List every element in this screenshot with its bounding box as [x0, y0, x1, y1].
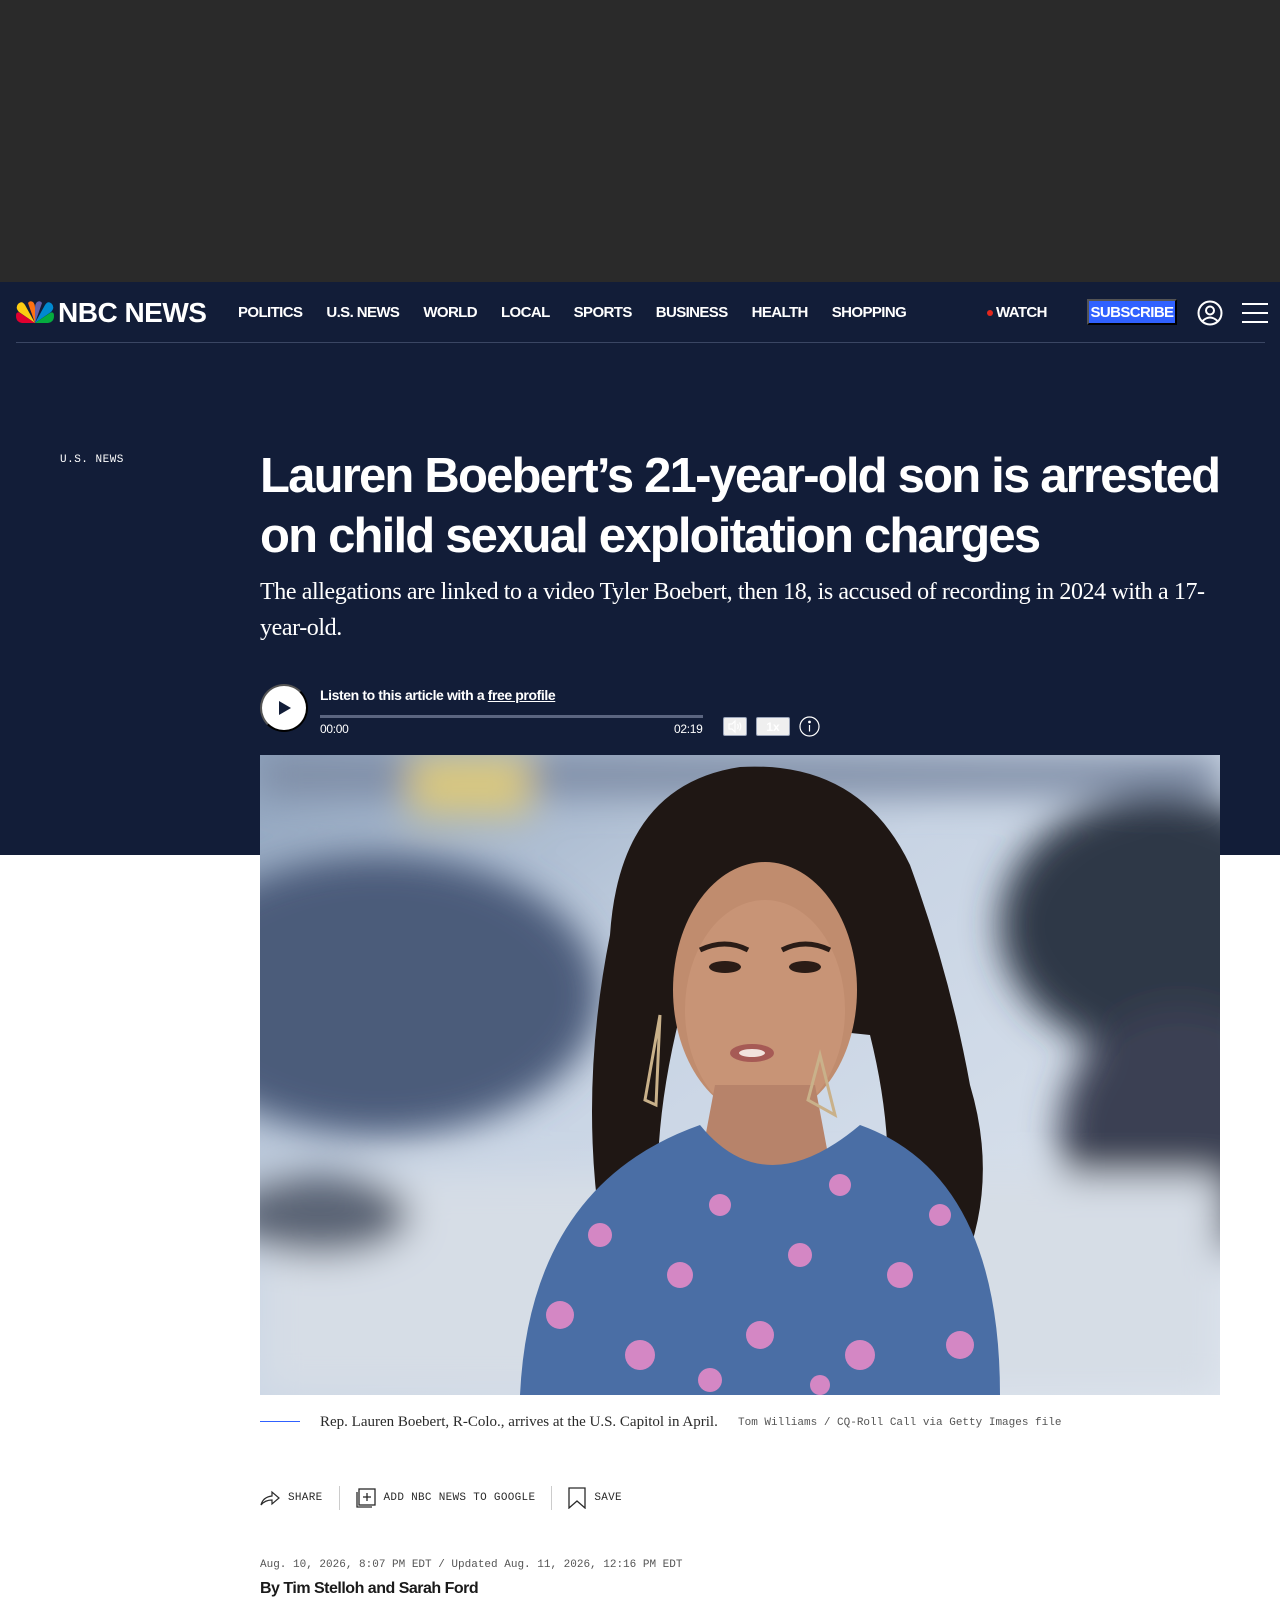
listen-prompt: Listen to this article with a free profi… [320, 687, 556, 703]
add-to-google-label: ADD NBC NEWS TO GOOGLE [383, 1492, 536, 1504]
caption-rule [260, 1421, 300, 1422]
audio-current-time: 00:00 [320, 722, 349, 736]
nav-item-local[interactable]: LOCAL [501, 304, 550, 322]
nav-item-sports[interactable]: SPORTS [574, 304, 633, 322]
audio-total-time: 02:19 [674, 722, 703, 736]
ad-slot [0, 0, 1280, 282]
nav-item-us-news[interactable]: U.S. NEWS [326, 304, 400, 322]
bookmark-icon [568, 1487, 586, 1509]
watch-live-link[interactable]: WATCH [987, 304, 1047, 322]
nav-item-world[interactable]: WORLD [423, 304, 477, 322]
hamburger-menu-icon[interactable] [1242, 301, 1268, 325]
play-icon [279, 701, 291, 715]
nav-item-shopping[interactable]: SHOPPING [832, 304, 907, 322]
volume-icon [728, 719, 742, 734]
photo-credit: Tom Williams / CQ-Roll Call via Getty Im… [738, 1417, 1062, 1429]
section-nav: POLITICS U.S. NEWS WORLD LOCAL SPORTS BU… [238, 304, 930, 322]
subscribe-button[interactable]: SUBSCRIBE [1087, 299, 1177, 325]
article-byline: By Tim Stelloh and Sarah Ford [260, 1580, 479, 1598]
add-source-icon [355, 1488, 376, 1508]
save-button[interactable]: SAVE [568, 1487, 622, 1509]
free-profile-link[interactable]: free profile [488, 687, 556, 703]
byline-prefix: By [260, 1580, 284, 1597]
author-link[interactable]: Tim Stelloh [283, 1580, 364, 1597]
photo-caption: Rep. Lauren Boebert, R-Colo., arrives at… [320, 1414, 718, 1430]
hero-photo [260, 755, 1220, 1395]
nav-item-health[interactable]: HEALTH [752, 304, 809, 322]
watch-label: WATCH [996, 304, 1047, 321]
account-icon[interactable] [1197, 300, 1223, 326]
logo-wordmark: NBC NEWS [58, 297, 207, 328]
share-button[interactable]: SHARE [260, 1490, 323, 1506]
listen-prompt-text: Listen to this article with a [320, 687, 488, 703]
audio-progress-bar[interactable] [320, 715, 703, 718]
share-separator [338, 1486, 340, 1510]
article-dek: The allegations are linked to a video Ty… [260, 579, 1205, 641]
info-icon[interactable] [799, 716, 820, 737]
playback-speed-button[interactable]: 1x [756, 717, 790, 736]
share-separator [551, 1486, 553, 1510]
nav-item-politics[interactable]: POLITICS [238, 304, 303, 322]
byline-conjunction: and [363, 1580, 399, 1597]
share-arrow-icon [260, 1490, 280, 1506]
volume-button[interactable] [723, 717, 747, 736]
share-label: SHARE [288, 1492, 323, 1504]
share-bar: SHARE ADD NBC NEWS TO GOOGLE SAVE [260, 1486, 622, 1510]
save-label: SAVE [594, 1492, 622, 1504]
nav-item-business[interactable]: BUSINESS [656, 304, 728, 322]
play-button[interactable] [260, 684, 308, 732]
article-dateline: Aug. 10, 2026, 8:07 PM EDT / Updated Aug… [260, 1559, 683, 1571]
nbc-peacock-icon [16, 301, 54, 325]
live-dot-icon [987, 310, 993, 316]
top-navigation: NBC NEWS POLITICS U.S. NEWS WORLD LOCAL … [0, 282, 1280, 342]
nav-divider [16, 342, 1265, 343]
section-label[interactable]: U.S. NEWS [60, 454, 124, 466]
nbc-news-logo[interactable]: NBC NEWS [16, 297, 207, 328]
add-to-google-button[interactable]: ADD NBC NEWS TO GOOGLE [355, 1488, 536, 1508]
author-link[interactable]: Sarah Ford [399, 1580, 479, 1597]
article-headline: Lauren Boebert’s 21-year-old son is arre… [260, 449, 1221, 563]
